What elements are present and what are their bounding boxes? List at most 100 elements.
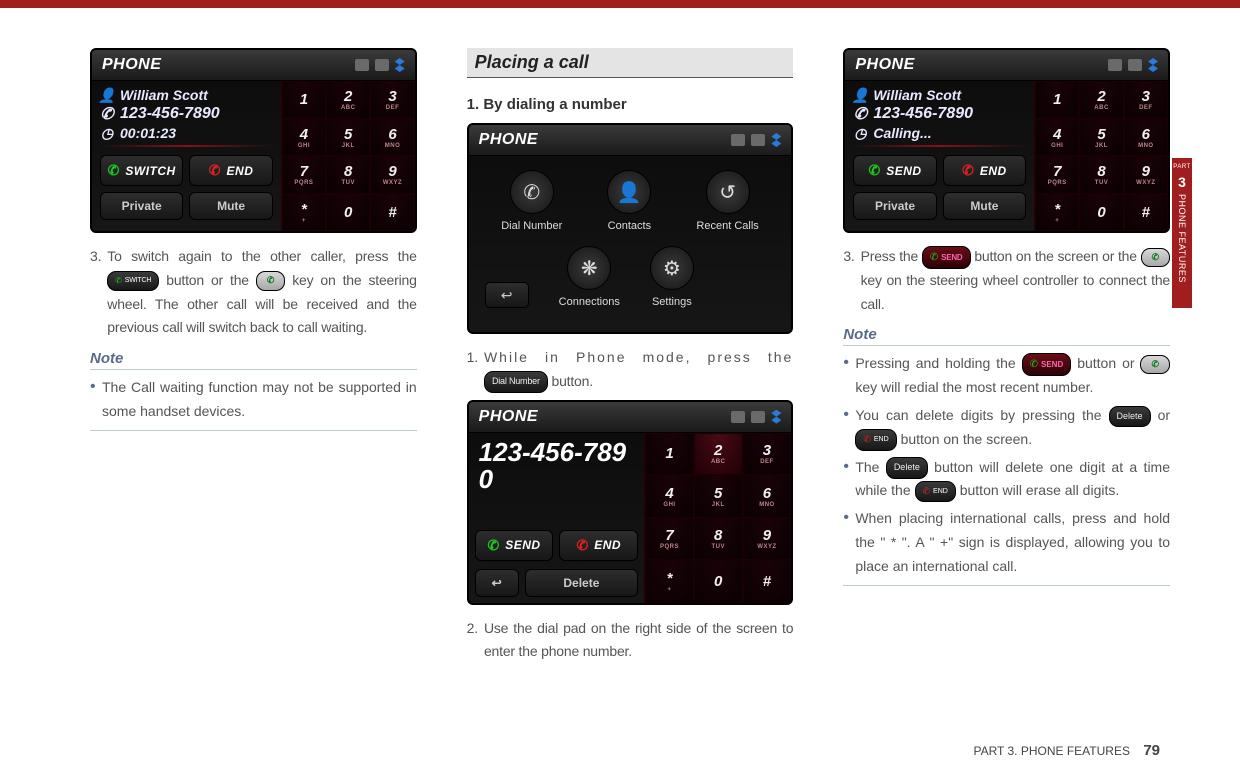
phone-title: PHONE <box>855 56 914 74</box>
send-button[interactable]: ✆SEND <box>475 530 554 561</box>
key-2[interactable]: 2ABC <box>1079 81 1123 119</box>
side-tab: PART 3 PHONE FEATURES <box>1172 158 1192 308</box>
note-heading: Note <box>90 350 417 370</box>
key-8[interactable]: 8TUV <box>694 518 743 561</box>
bluetooth-icon <box>771 133 781 147</box>
menu-settings[interactable]: ⚙Settings <box>650 246 694 308</box>
send-button[interactable]: ✆SEND <box>853 155 936 186</box>
key-hash[interactable]: # <box>743 560 792 603</box>
phone-icon: ✆ <box>853 107 867 121</box>
call-key-pill: ✆ <box>1141 248 1170 267</box>
key-2[interactable]: 2ABC <box>326 81 370 119</box>
menu-contacts[interactable]: 👤Contacts <box>607 170 651 232</box>
key-hash[interactable]: # <box>1124 194 1168 232</box>
key-hash[interactable]: # <box>370 194 414 232</box>
end-icon: ✆ <box>209 162 221 179</box>
signal-icon <box>751 411 765 423</box>
phone-title: PHONE <box>479 131 538 149</box>
key-star[interactable]: *+ <box>645 560 694 603</box>
key-3[interactable]: 3DEF <box>1124 81 1168 119</box>
side-tab-title: PHONE FEATURES <box>1177 194 1187 283</box>
phone-screenshot-dialpad: PHONE 123-456-7890 ✆SEND ✆END <box>467 400 794 605</box>
key-1[interactable]: 1 <box>1035 81 1079 119</box>
key-7[interactable]: 7PQRS <box>1035 156 1079 194</box>
menu-recent-calls[interactable]: ↺Recent Calls <box>696 170 758 232</box>
menu-connections[interactable]: ❋Connections <box>559 246 620 308</box>
bluetooth-icon <box>1148 58 1158 72</box>
col3-note-1: Pressing and holding the ✆SEND button or… <box>843 352 1170 400</box>
key-5[interactable]: 5JKL <box>1079 119 1123 157</box>
key-9[interactable]: 9WXYZ <box>370 156 414 194</box>
col3-step3: 3. Press the ✆SEND button on the screen … <box>843 245 1170 316</box>
key-8[interactable]: 8TUV <box>1079 156 1123 194</box>
delete-button[interactable]: Delete <box>525 569 638 597</box>
end-button[interactable]: ✆END <box>943 155 1026 186</box>
connections-icon: ❋ <box>567 246 611 290</box>
key-6[interactable]: 6MNO <box>370 119 414 157</box>
mute-button[interactable]: Mute <box>943 192 1026 220</box>
key-9[interactable]: 9WXYZ <box>743 518 792 561</box>
contacts-icon: 👤 <box>607 170 651 214</box>
caller-number: 123-456-7890 <box>120 105 220 123</box>
phone-screenshot-calling: PHONE 👤William Scott ✆123-456-7890 ◷Call… <box>843 48 1170 233</box>
menu-dial-number[interactable]: ✆Dial Number <box>501 170 562 232</box>
back-button[interactable]: ↩ <box>475 569 519 597</box>
dial-icon: ✆ <box>510 170 554 214</box>
key-0[interactable]: 0 <box>326 194 370 232</box>
key-5[interactable]: 5JKL <box>694 475 743 518</box>
divider <box>100 145 273 147</box>
private-button[interactable]: Private <box>853 192 936 220</box>
col1-step3: 3. To switch again to the other caller, … <box>90 245 417 340</box>
key-9[interactable]: 9WXYZ <box>1124 156 1168 194</box>
key-3[interactable]: 3DEF <box>370 81 414 119</box>
end-pill: ✆END <box>915 481 956 502</box>
end-pill: ✆END <box>855 429 896 450</box>
end-button[interactable]: ✆END <box>559 530 638 561</box>
key-4[interactable]: 4GHI <box>282 119 326 157</box>
key-2[interactable]: 2ABC <box>694 433 743 476</box>
bluetooth-icon <box>395 58 405 72</box>
top-red-bar <box>0 0 1240 8</box>
battery-icon <box>731 411 745 423</box>
key-7[interactable]: 7PQRS <box>645 518 694 561</box>
key-star[interactable]: *+ <box>1035 194 1079 232</box>
col3-note-3: The Delete button will delete one digit … <box>843 456 1170 504</box>
column-1: PHONE 👤William Scott ✆123-456-7890 ◷00:0… <box>90 48 417 670</box>
note-heading: Note <box>843 326 1170 346</box>
key-8[interactable]: 8TUV <box>326 156 370 194</box>
private-button[interactable]: Private <box>100 192 183 220</box>
key-6[interactable]: 6MNO <box>743 475 792 518</box>
key-4[interactable]: 4GHI <box>1035 119 1079 157</box>
keypad: 1 2ABC 3DEF 4GHI 5JKL 6MNO 7PQRS 8TUV 9W… <box>1034 81 1168 231</box>
key-4[interactable]: 4GHI <box>645 475 694 518</box>
mute-button[interactable]: Mute <box>189 192 272 220</box>
footer-page: 79 <box>1143 742 1160 759</box>
key-star[interactable]: *+ <box>282 194 326 232</box>
phone-screenshot-call-active: PHONE 👤William Scott ✆123-456-7890 ◷00:0… <box>90 48 417 233</box>
key-0[interactable]: 0 <box>694 560 743 603</box>
key-5[interactable]: 5JKL <box>326 119 370 157</box>
caller-name: William Scott <box>873 87 961 103</box>
key-0[interactable]: 0 <box>1079 194 1123 232</box>
side-tab-number: 3 <box>1178 174 1186 190</box>
col3-note-4: When placing international calls, press … <box>843 507 1170 578</box>
key-1[interactable]: 1 <box>645 433 694 476</box>
battery-icon <box>731 134 745 146</box>
caller-number: 123-456-7890 <box>873 105 973 123</box>
end-button[interactable]: ✆END <box>189 155 272 186</box>
phone-title: PHONE <box>479 408 538 426</box>
column-2: Placing a call 1. By dialing a number PH… <box>467 48 794 670</box>
back-button[interactable]: ↩ <box>485 282 529 308</box>
phone-title: PHONE <box>102 56 161 74</box>
key-3[interactable]: 3DEF <box>743 433 792 476</box>
dial-number-pill: Dial Number <box>484 371 548 392</box>
delete-pill: Delete <box>1109 406 1151 427</box>
end-icon: ✆ <box>962 162 974 179</box>
col2-step1: 1. While in Phone mode, press the Dial N… <box>467 346 794 394</box>
key-1[interactable]: 1 <box>282 81 326 119</box>
key-6[interactable]: 6MNO <box>1124 119 1168 157</box>
send-pill: ✆SEND <box>1022 353 1072 376</box>
key-7[interactable]: 7PQRS <box>282 156 326 194</box>
signal-icon <box>1128 59 1142 71</box>
switch-button[interactable]: ✆SWITCH <box>100 155 183 186</box>
